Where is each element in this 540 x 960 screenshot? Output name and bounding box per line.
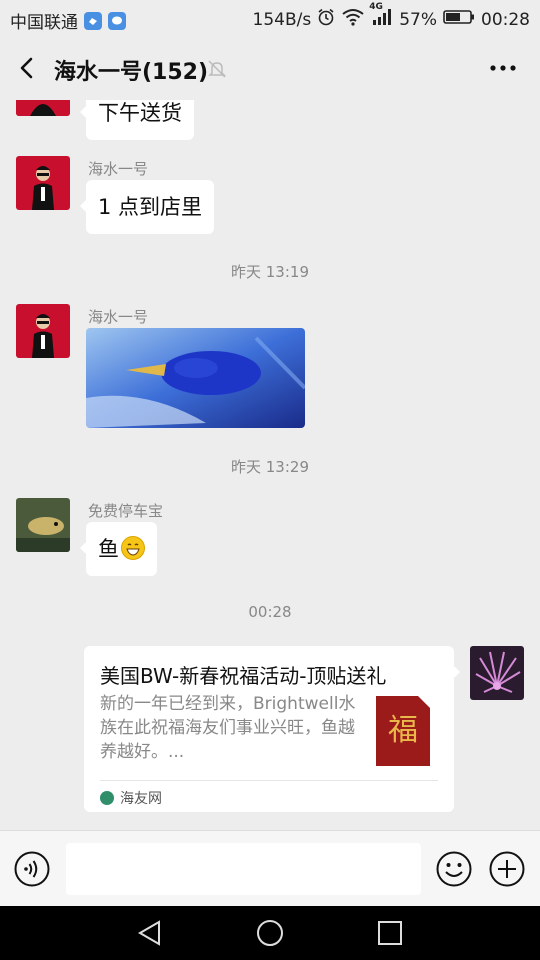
sender-name: 海水一号: [88, 160, 149, 178]
alarm-icon: [317, 8, 335, 31]
link-card[interactable]: 美国BW-新春祝福活动-顶贴送礼 新的一年已经到来，Brightwell水族在此…: [84, 646, 460, 812]
back-chevron-icon[interactable]: [14, 54, 42, 82]
nav-back-icon[interactable]: [135, 918, 165, 948]
card-divider: [100, 780, 438, 781]
wifi-icon: [341, 8, 365, 31]
voice-icon[interactable]: [14, 851, 50, 887]
sender-name: 免费停车宝: [88, 502, 164, 520]
chat-header: 海水一号(152): [0, 38, 540, 100]
my-avatar[interactable]: [470, 646, 524, 700]
message-input[interactable]: [66, 843, 421, 895]
signal-icon: 4G: [369, 2, 393, 31]
message-text: 鱼: [98, 537, 119, 561]
timestamp: 00:28: [248, 603, 292, 621]
source-logo-icon: [100, 791, 114, 805]
sender-name: 海水一号: [88, 308, 149, 326]
network-type: 4G: [369, 2, 383, 12]
chat-message-list[interactable]: 下午送货 海水一号 1 点到店里 昨天 13:19 海水一号 昨天 13:29 …: [0, 100, 540, 830]
app-notification-icon: [84, 11, 102, 30]
card-source: 海友网: [100, 788, 162, 808]
grin-emoji-icon: [121, 536, 145, 560]
timestamp: 昨天 13:29: [231, 458, 309, 476]
nav-home-icon[interactable]: [255, 918, 285, 948]
battery-percent: 57%: [399, 9, 437, 30]
avatar[interactable]: [16, 156, 70, 210]
card-thumb-char: 福: [388, 713, 418, 748]
message-text: 1 点到店里: [98, 195, 203, 219]
more-dots-icon[interactable]: [488, 54, 518, 82]
timestamp: 昨天 13:19: [231, 263, 309, 281]
message-bubble[interactable]: 下午送货: [80, 100, 194, 140]
network-speed: 154B/s: [252, 9, 312, 30]
avatar[interactable]: [16, 304, 70, 358]
carrier-label: 中国联通: [10, 13, 78, 33]
battery-icon: [443, 9, 475, 30]
source-label: 海友网: [120, 791, 162, 807]
card-description: 新的一年已经到来，Brightwell水族在此祝福海友们事业兴旺，鱼越养越好。.…: [100, 694, 356, 762]
clock: 00:28: [481, 9, 530, 30]
chat-title: 海水一号(152): [54, 60, 209, 85]
status-bar: 中国联通 154B/s 4G 57% 00:28: [0, 0, 540, 38]
card-thumbnail: 福: [376, 696, 430, 766]
message-text: 下午送货: [98, 101, 182, 125]
avatar[interactable]: [16, 100, 70, 116]
input-bar: [0, 830, 540, 907]
image-message[interactable]: [86, 328, 305, 428]
bell-off-icon: [206, 58, 228, 80]
nav-recents-icon[interactable]: [375, 918, 405, 948]
message-bubble[interactable]: 1 点到店里: [79, 180, 215, 234]
message-notification-icon: [108, 11, 126, 30]
smile-icon[interactable]: [436, 851, 472, 887]
plus-icon[interactable]: [489, 851, 525, 887]
system-nav-bar: [0, 906, 540, 960]
message-bubble[interactable]: 鱼: [80, 522, 157, 576]
avatar[interactable]: [16, 498, 70, 552]
card-title: 美国BW-新春祝福活动-顶贴送礼: [100, 664, 387, 688]
